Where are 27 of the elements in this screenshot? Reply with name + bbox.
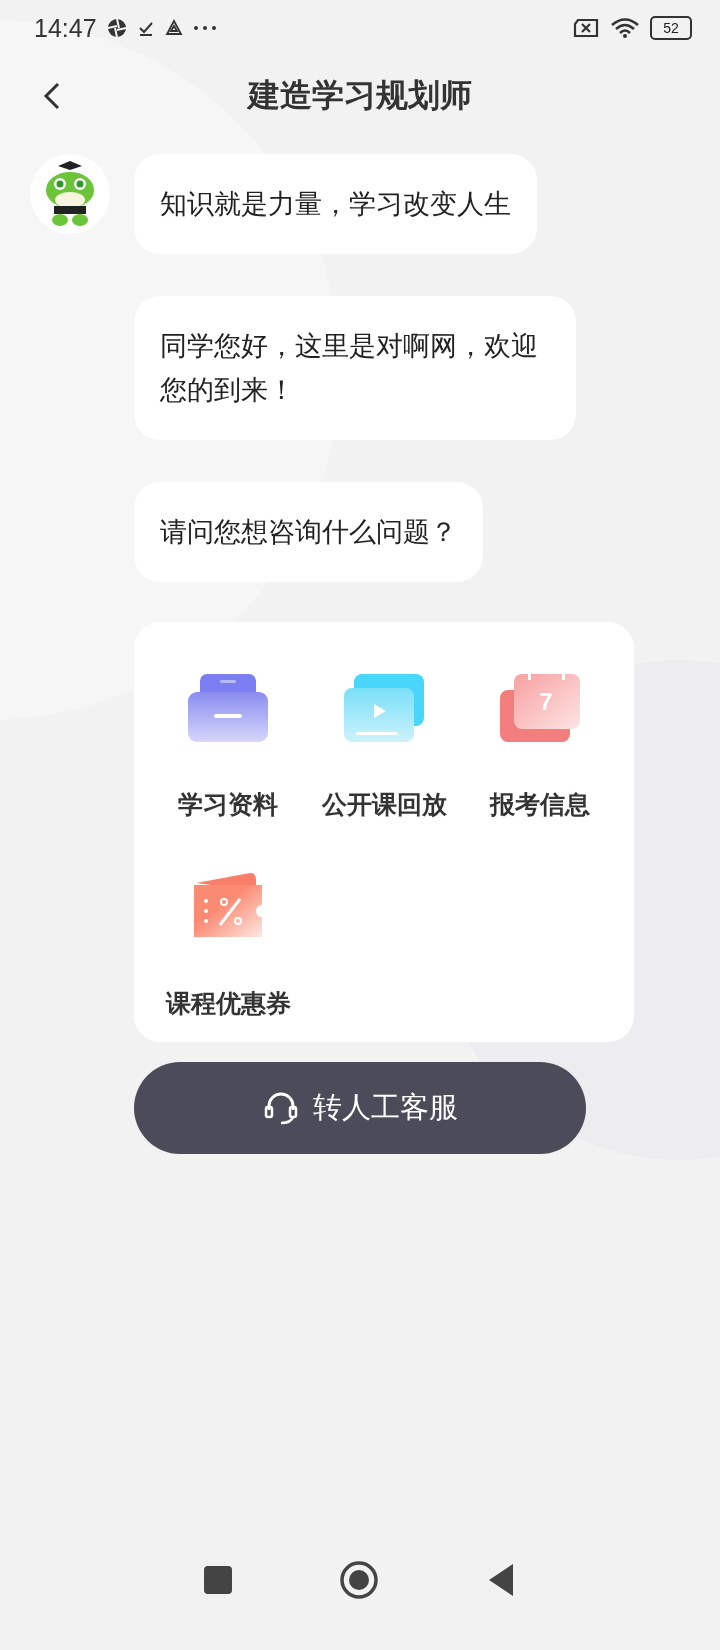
- chat-bubble: 请问您想咨询什么问题？: [134, 482, 483, 582]
- video-icon: [342, 672, 426, 744]
- menu-label: 课程优惠券: [165, 988, 291, 1020]
- folder-icon: [186, 672, 270, 744]
- triangle-icon: [164, 19, 183, 37]
- status-time: 14:47: [34, 13, 97, 43]
- recents-button[interactable]: [203, 1566, 232, 1594]
- menu-label: 报考信息: [490, 789, 590, 821]
- battery-icon: 52: [650, 16, 692, 40]
- back-icon[interactable]: [42, 81, 62, 111]
- menu-item[interactable]: 7 报考信息: [462, 672, 618, 821]
- wifi-icon: [610, 17, 640, 39]
- no-sim-icon: [572, 18, 600, 38]
- frog-avatar-icon: [30, 154, 110, 234]
- chat-bubble: 知识就是力量，学习改变人生: [134, 154, 537, 254]
- more-icon: [192, 25, 217, 31]
- chat-bubble: 同学您好，这里是对啊网，欢迎您的到来！: [134, 296, 576, 440]
- menu-item[interactable]: 课程优惠券: [150, 871, 306, 1020]
- page-title: 建造学习规划师: [248, 75, 472, 116]
- menu-item[interactable]: 公开课回放: [306, 672, 462, 821]
- menu-item[interactable]: 学习资料: [150, 672, 306, 821]
- menu-label: 学习资料: [178, 789, 278, 821]
- menu-label: 公开课回放: [321, 789, 447, 821]
- aperture-icon: [106, 18, 127, 38]
- customer-service-button[interactable]: 转人工客服: [134, 1062, 586, 1154]
- home-button[interactable]: [339, 1560, 379, 1600]
- headset-icon: [262, 1090, 299, 1126]
